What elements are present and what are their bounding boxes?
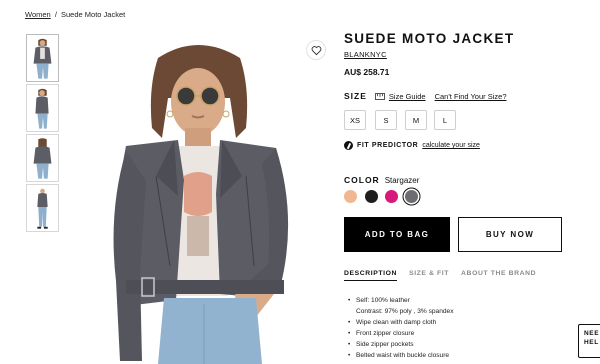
buy-now-button[interactable]: BUY NOW: [458, 217, 562, 252]
detail-text: Belted waist with buckle closure: [356, 352, 450, 359]
size-option-m[interactable]: M: [405, 110, 427, 130]
wishlist-button[interactable]: [306, 40, 326, 60]
thumbnail-full-image: [27, 185, 58, 231]
color-label: COLOR: [344, 175, 380, 185]
cant-find-size-link[interactable]: Can't Find Your Size?: [435, 92, 507, 101]
fit-predictor-icon: [344, 141, 353, 150]
breadcrumb-current: Suede Moto Jacket: [61, 10, 126, 19]
size-header: SIZE Size Guide Can't Find Your Size?: [344, 91, 516, 101]
breadcrumb: Women / Suede Moto Jacket: [25, 10, 125, 19]
color-swatch-stargazer[interactable]: [405, 190, 418, 203]
tab-size-fit[interactable]: SIZE & FIT: [409, 270, 449, 281]
model-photo: [86, 36, 334, 364]
thumbnail-front[interactable]: [26, 34, 59, 82]
product-price: AU$ 258.71: [344, 67, 390, 77]
color-header: COLOR Stargazer: [344, 175, 419, 185]
thumbnail-back[interactable]: [26, 134, 59, 182]
thumbnail-back-image: [27, 135, 58, 181]
detail-text: Side zipper pockets: [356, 341, 414, 348]
list-item: Front zipper closure: [348, 328, 454, 339]
color-swatch-black[interactable]: [365, 190, 378, 203]
list-item: Side zipper pockets: [348, 339, 454, 350]
color-swatch-peach[interactable]: [344, 190, 357, 203]
size-label: SIZE: [344, 91, 367, 101]
detail-text: Front zipper closure: [356, 330, 415, 337]
help-chat-line1: NEE: [584, 330, 600, 337]
add-to-bag-button[interactable]: ADD TO BAG: [344, 217, 450, 252]
fit-predictor-label: FIT PREDICTOR: [357, 142, 419, 149]
brand-link[interactable]: BLANKNYC: [344, 50, 387, 59]
size-guide-link[interactable]: Size Guide: [389, 92, 426, 101]
detail-subtext: Contrast: 97% poly , 3% spandex: [356, 308, 454, 315]
tab-description[interactable]: DESCRIPTION: [344, 270, 398, 281]
size-option-xs[interactable]: XS: [344, 110, 366, 130]
breadcrumb-link-women[interactable]: Women: [25, 10, 51, 19]
breadcrumb-separator: /: [54, 10, 57, 19]
size-option-l[interactable]: L: [434, 110, 456, 130]
list-item: Belted waist with buckle closure: [348, 350, 454, 361]
product-main-image: [86, 36, 334, 364]
detail-text: Wipe clean with damp cloth: [356, 319, 437, 326]
thumbnail-side[interactable]: [26, 84, 59, 132]
tab-about-brand[interactable]: ABOUT THE BRAND: [461, 270, 536, 281]
list-item: Wipe clean with damp cloth: [348, 317, 454, 328]
thumbnail-full[interactable]: [26, 184, 59, 232]
heart-icon: [311, 45, 321, 55]
color-swatch-pink[interactable]: [385, 190, 398, 203]
list-item: Self: 100% leather Contrast: 97% poly , …: [348, 295, 454, 317]
size-option-s[interactable]: S: [375, 110, 397, 130]
fit-predictor: FIT PREDICTOR calculate your size: [344, 141, 480, 150]
product-tabs: DESCRIPTION SIZE & FIT ABOUT THE BRAND: [344, 270, 548, 281]
calculate-size-link[interactable]: calculate your size: [422, 142, 480, 149]
detail-text: Self: 100% leather: [356, 297, 410, 304]
product-details-list: Self: 100% leather Contrast: 97% poly , …: [348, 295, 454, 361]
thumbnail-side-image: [27, 85, 58, 131]
help-chat-button[interactable]: NEE HEL: [578, 324, 600, 358]
help-chat-line2: HEL: [584, 339, 599, 346]
ruler-icon: [374, 92, 385, 100]
thumbnail-front-image: [27, 35, 58, 81]
product-title: SUEDE MOTO JACKET: [344, 31, 515, 46]
selected-color-name: Stargazer: [384, 176, 420, 185]
